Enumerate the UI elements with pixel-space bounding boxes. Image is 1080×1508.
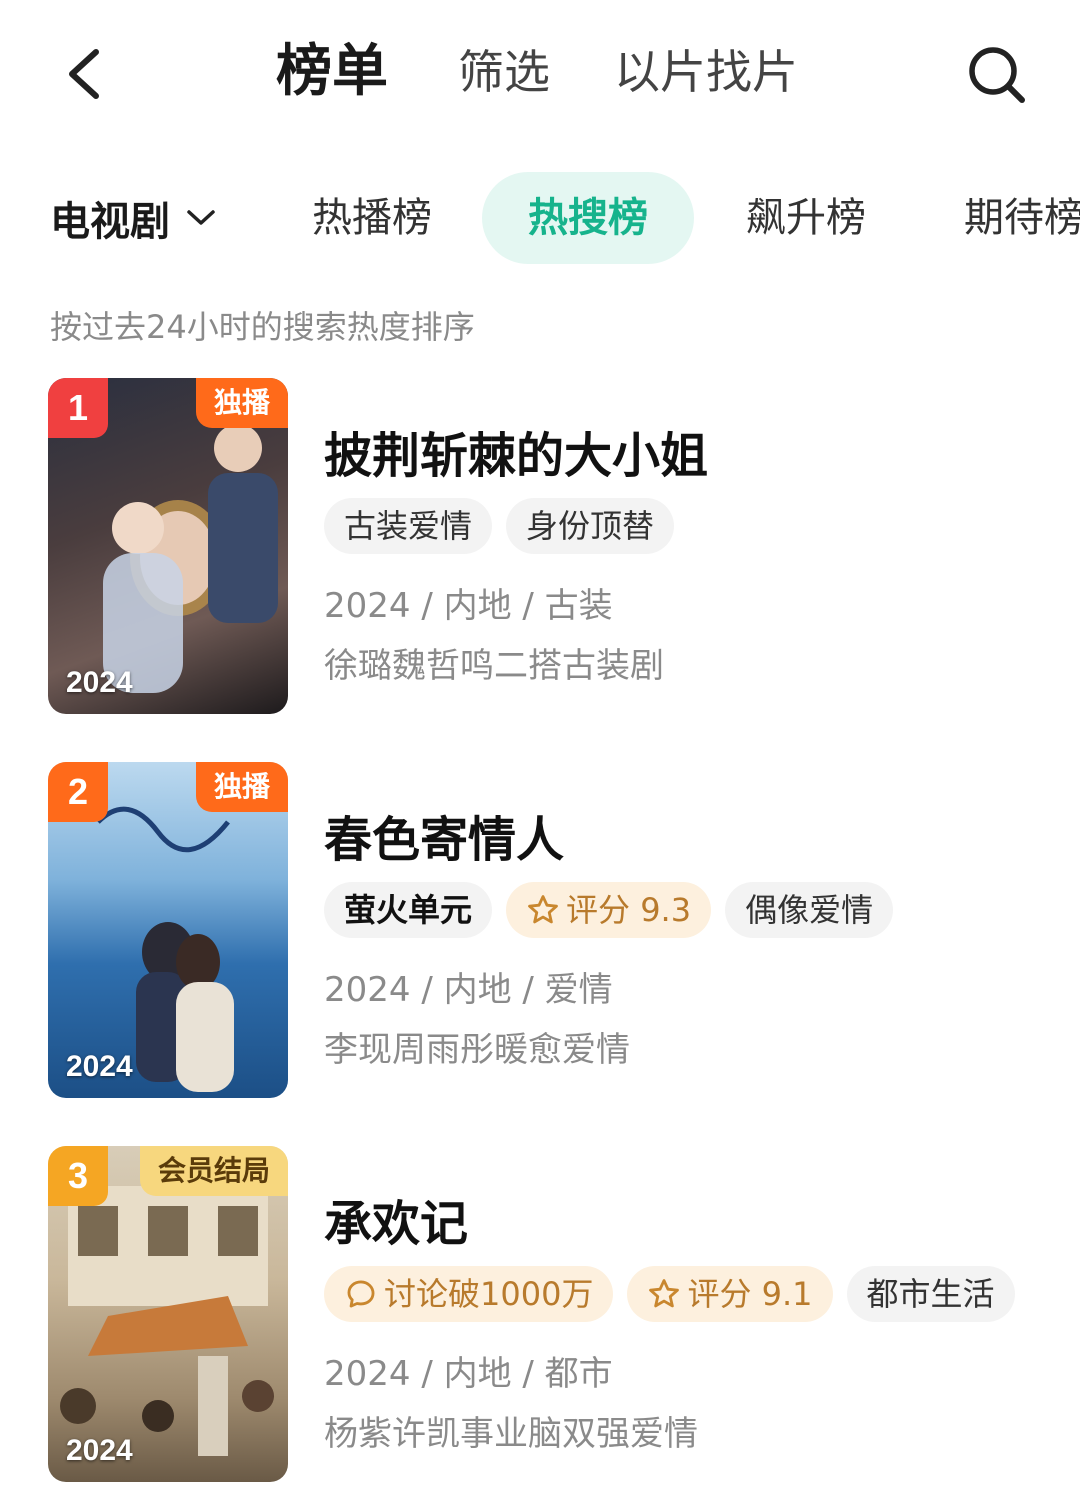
poster-image[interactable]: 1 独播 2024 xyxy=(48,378,288,714)
show-description: 杨紫许凯事业脑双强爱情 xyxy=(324,1414,698,1454)
list-item[interactable]: 3 会员结局 2024 承欢记 讨论破1000万 评分 9.1 都市生活 202… xyxy=(0,1146,1080,1486)
discussion-count: 讨论破1000万 xyxy=(384,1275,594,1313)
series-tag[interactable]: 萤火单元 xyxy=(324,882,493,938)
discussion-tag[interactable]: 讨论破1000万 xyxy=(324,1266,614,1322)
search-icon xyxy=(969,47,1025,103)
rating-value: 评分 9.3 xyxy=(566,891,692,929)
show-meta: 2024 / 内地 / 爱情 xyxy=(324,970,613,1010)
poster-image[interactable]: 2 独播 2024 xyxy=(48,762,288,1098)
chevron-down-icon xyxy=(187,210,215,225)
series-tag-label: 萤火单元 xyxy=(344,891,473,929)
show-meta: 2024 / 内地 / 都市 xyxy=(324,1354,613,1394)
rank-badge: 1 xyxy=(48,378,108,438)
member-finale-badge: 会员结局 xyxy=(139,1146,288,1196)
rating-tag[interactable]: 评分 9.3 xyxy=(506,882,712,938)
top-navigation: 榜单 筛选 以片找片 xyxy=(0,0,1080,150)
exclusive-badge: 独播 xyxy=(195,762,288,812)
poster-image[interactable]: 3 会员结局 2024 xyxy=(48,1146,288,1482)
category-bar: 电视剧 热播榜 热搜榜 飙升榜 期待榜 xyxy=(0,172,1080,264)
rank-badge: 2 xyxy=(48,762,108,822)
tab-find-by-movie[interactable]: 以片找片 xyxy=(614,40,798,104)
search-button[interactable] xyxy=(962,40,1032,110)
poster-year: 2024 xyxy=(66,666,133,699)
tag-list: 讨论破1000万 评分 9.1 都市生活 xyxy=(324,1266,1015,1322)
comment-icon xyxy=(347,1280,375,1308)
category-dropdown[interactable]: 电视剧 xyxy=(50,172,216,264)
show-title[interactable]: 春色寄情人 xyxy=(324,800,564,870)
list-item[interactable]: 1 独播 2024 披荆斩棘的大小姐 古装爱情 身份顶替 2024 / 内地 /… xyxy=(0,378,1080,718)
chevron-left-icon xyxy=(69,49,99,99)
poster-year: 2024 xyxy=(66,1050,133,1083)
rating-tag[interactable]: 评分 9.1 xyxy=(627,1266,833,1322)
tab-hot-play[interactable]: 热播榜 xyxy=(312,172,432,264)
tab-hot-search[interactable]: 热搜榜 xyxy=(482,172,694,264)
show-description: 李现周雨彤暖愈爱情 xyxy=(324,1030,630,1070)
genre-tag[interactable]: 偶像爱情 xyxy=(725,882,894,938)
genre-tag[interactable]: 都市生活 xyxy=(846,1266,1015,1322)
genre-tag[interactable]: 身份顶替 xyxy=(506,498,675,554)
show-meta: 2024 / 内地 / 古装 xyxy=(324,586,613,626)
tag-list: 古装爱情 身份顶替 xyxy=(324,498,675,554)
back-button[interactable] xyxy=(58,42,118,106)
tab-filter[interactable]: 筛选 xyxy=(458,40,550,104)
star-icon xyxy=(528,895,558,924)
star-icon xyxy=(649,1279,680,1308)
category-selected-label: 电视剧 xyxy=(50,199,170,245)
rating-value: 评分 9.1 xyxy=(687,1275,813,1313)
rank-badge: 3 xyxy=(48,1146,108,1206)
genre-tag[interactable]: 古装爱情 xyxy=(324,498,493,554)
tab-anticipated[interactable]: 期待榜 xyxy=(964,172,1080,264)
tab-ranking[interactable]: 榜单 xyxy=(276,40,388,104)
tab-rising[interactable]: 飙升榜 xyxy=(746,172,866,264)
tag-list: 萤火单元 评分 9.3 偶像爱情 xyxy=(324,882,894,938)
show-title[interactable]: 承欢记 xyxy=(324,1184,468,1254)
ranking-description: 按过去24小时的搜索热度排序 xyxy=(50,308,475,346)
show-description: 徐璐魏哲鸣二搭古装剧 xyxy=(324,646,664,686)
exclusive-badge: 独播 xyxy=(195,378,288,428)
poster-year: 2024 xyxy=(66,1434,133,1467)
list-item[interactable]: 2 独播 2024 春色寄情人 萤火单元 评分 9.3 偶像爱情 2024 / … xyxy=(0,762,1080,1102)
show-title[interactable]: 披荆斩棘的大小姐 xyxy=(324,416,708,486)
